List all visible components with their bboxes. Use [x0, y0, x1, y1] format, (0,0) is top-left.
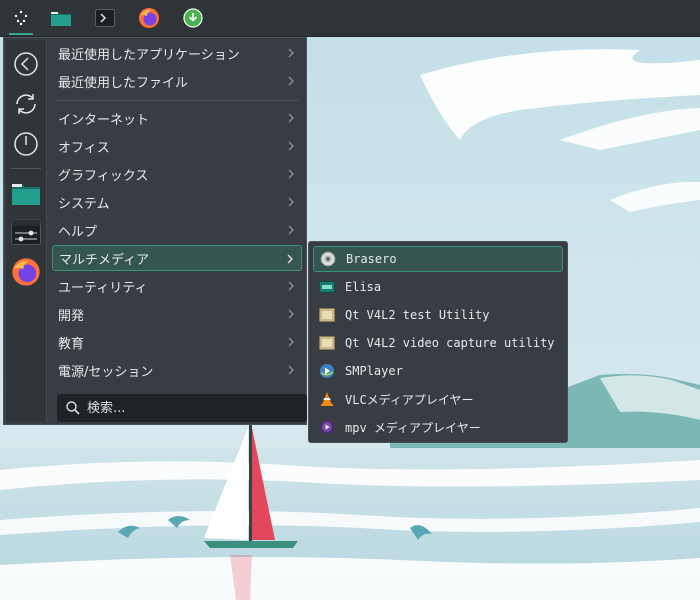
- chevron-right-icon: [288, 197, 294, 207]
- search-input[interactable]: [85, 399, 289, 417]
- chevron-right-icon: [288, 365, 294, 375]
- category-power-session[interactable]: 電源/セッション: [52, 357, 302, 383]
- menu-item-label: Brasero: [346, 252, 397, 266]
- chevron-right-icon: [288, 337, 294, 347]
- webcam-icon: [319, 307, 335, 323]
- smplayer-icon: [319, 363, 335, 379]
- file-manager-icon[interactable]: [10, 178, 42, 210]
- category-label: オフィス: [58, 140, 110, 156]
- category-development[interactable]: 開発: [52, 301, 302, 327]
- category-internet[interactable]: インターネット: [52, 105, 302, 131]
- category-label: グラフィックス: [58, 168, 149, 184]
- file-manager-icon[interactable]: [46, 4, 76, 32]
- search-box[interactable]: [57, 394, 307, 422]
- category-label: システム: [58, 196, 110, 212]
- menu-item-mpv[interactable]: mpv メディアプレイヤー: [313, 414, 563, 440]
- category-multimedia[interactable]: マルチメディア: [52, 245, 302, 271]
- vlc-icon: [319, 391, 335, 407]
- disc-icon: [320, 251, 336, 267]
- category-label: 最近使用したアプリケーション: [58, 47, 240, 63]
- category-help[interactable]: ヘルプ: [52, 217, 302, 243]
- webcam-icon: [319, 335, 335, 351]
- menu-item-vlc[interactable]: VLCメディアプレイヤー: [313, 386, 563, 412]
- refresh-icon[interactable]: [10, 88, 42, 120]
- chevron-right-icon: [288, 48, 294, 58]
- category-office[interactable]: オフィス: [52, 133, 302, 159]
- menu-divider: [57, 100, 299, 101]
- category-system[interactable]: システム: [52, 189, 302, 215]
- chevron-right-icon: [288, 309, 294, 319]
- menu-item-label: Qt V4L2 video capture utility: [345, 336, 555, 350]
- mpv-icon: [319, 419, 335, 435]
- menu-item-qt-v4l2-capture[interactable]: Qt V4L2 video capture utility: [313, 330, 563, 356]
- power-icon[interactable]: [10, 128, 42, 160]
- category-label: 開発: [58, 308, 85, 324]
- category-graphics[interactable]: グラフィックス: [52, 161, 302, 187]
- category-recent-files[interactable]: 最近使用したファイル: [52, 68, 302, 94]
- chevron-right-icon: [288, 225, 294, 235]
- multimedia-submenu: Brasero Elisa Qt V4L2 test Utility Qt V4…: [308, 241, 568, 443]
- category-label: インターネット: [58, 112, 150, 128]
- menu-item-brasero[interactable]: Brasero: [313, 246, 563, 272]
- favorites-bar: [6, 40, 47, 422]
- application-menu: 最近使用したアプリケーション 最近使用したファイル インターネット オフィス グ…: [3, 37, 307, 425]
- menu-item-qt-v4l2-test[interactable]: Qt V4L2 test Utility: [313, 302, 563, 328]
- category-label: マルチメディア: [59, 252, 150, 268]
- taskbar: [0, 0, 700, 37]
- download-icon[interactable]: [178, 4, 208, 32]
- category-label: ヘルプ: [58, 224, 98, 240]
- category-label: ユーティリティ: [58, 280, 148, 296]
- menu-item-elisa[interactable]: Elisa: [313, 274, 563, 300]
- firefox-icon[interactable]: [134, 4, 164, 32]
- back-icon[interactable]: [10, 48, 42, 80]
- active-indicator: [9, 33, 33, 35]
- category-education[interactable]: 教育: [52, 329, 302, 355]
- search-icon: [66, 401, 80, 415]
- category-label: 教育: [58, 336, 85, 352]
- favorites-divider: [11, 168, 41, 169]
- chevron-right-icon: [287, 254, 293, 264]
- category-recent-applications[interactable]: 最近使用したアプリケーション: [52, 40, 302, 66]
- chevron-right-icon: [288, 141, 294, 151]
- chevron-right-icon: [288, 281, 294, 291]
- menu-item-label: VLCメディアプレイヤー: [345, 392, 474, 407]
- menu-item-label: Qt V4L2 test Utility: [345, 308, 490, 322]
- category-label: 電源/セッション: [58, 364, 154, 380]
- category-utilities[interactable]: ユーティリティ: [52, 273, 302, 299]
- menu-item-label: Elisa: [345, 280, 382, 294]
- category-label: 最近使用したファイル: [58, 75, 189, 91]
- application-launcher-icon[interactable]: [6, 4, 36, 32]
- chevron-right-icon: [288, 76, 294, 86]
- chevron-right-icon: [288, 113, 294, 123]
- firefox-icon[interactable]: [10, 256, 42, 288]
- menu-item-smplayer[interactable]: SMPlayer: [313, 358, 563, 384]
- chevron-right-icon: [288, 169, 294, 179]
- settings-icon[interactable]: [10, 216, 42, 248]
- music-player-icon: [319, 279, 335, 295]
- terminal-icon[interactable]: [90, 4, 120, 32]
- menu-item-label: mpv メディアプレイヤー: [345, 420, 481, 435]
- menu-item-label: SMPlayer: [345, 364, 403, 378]
